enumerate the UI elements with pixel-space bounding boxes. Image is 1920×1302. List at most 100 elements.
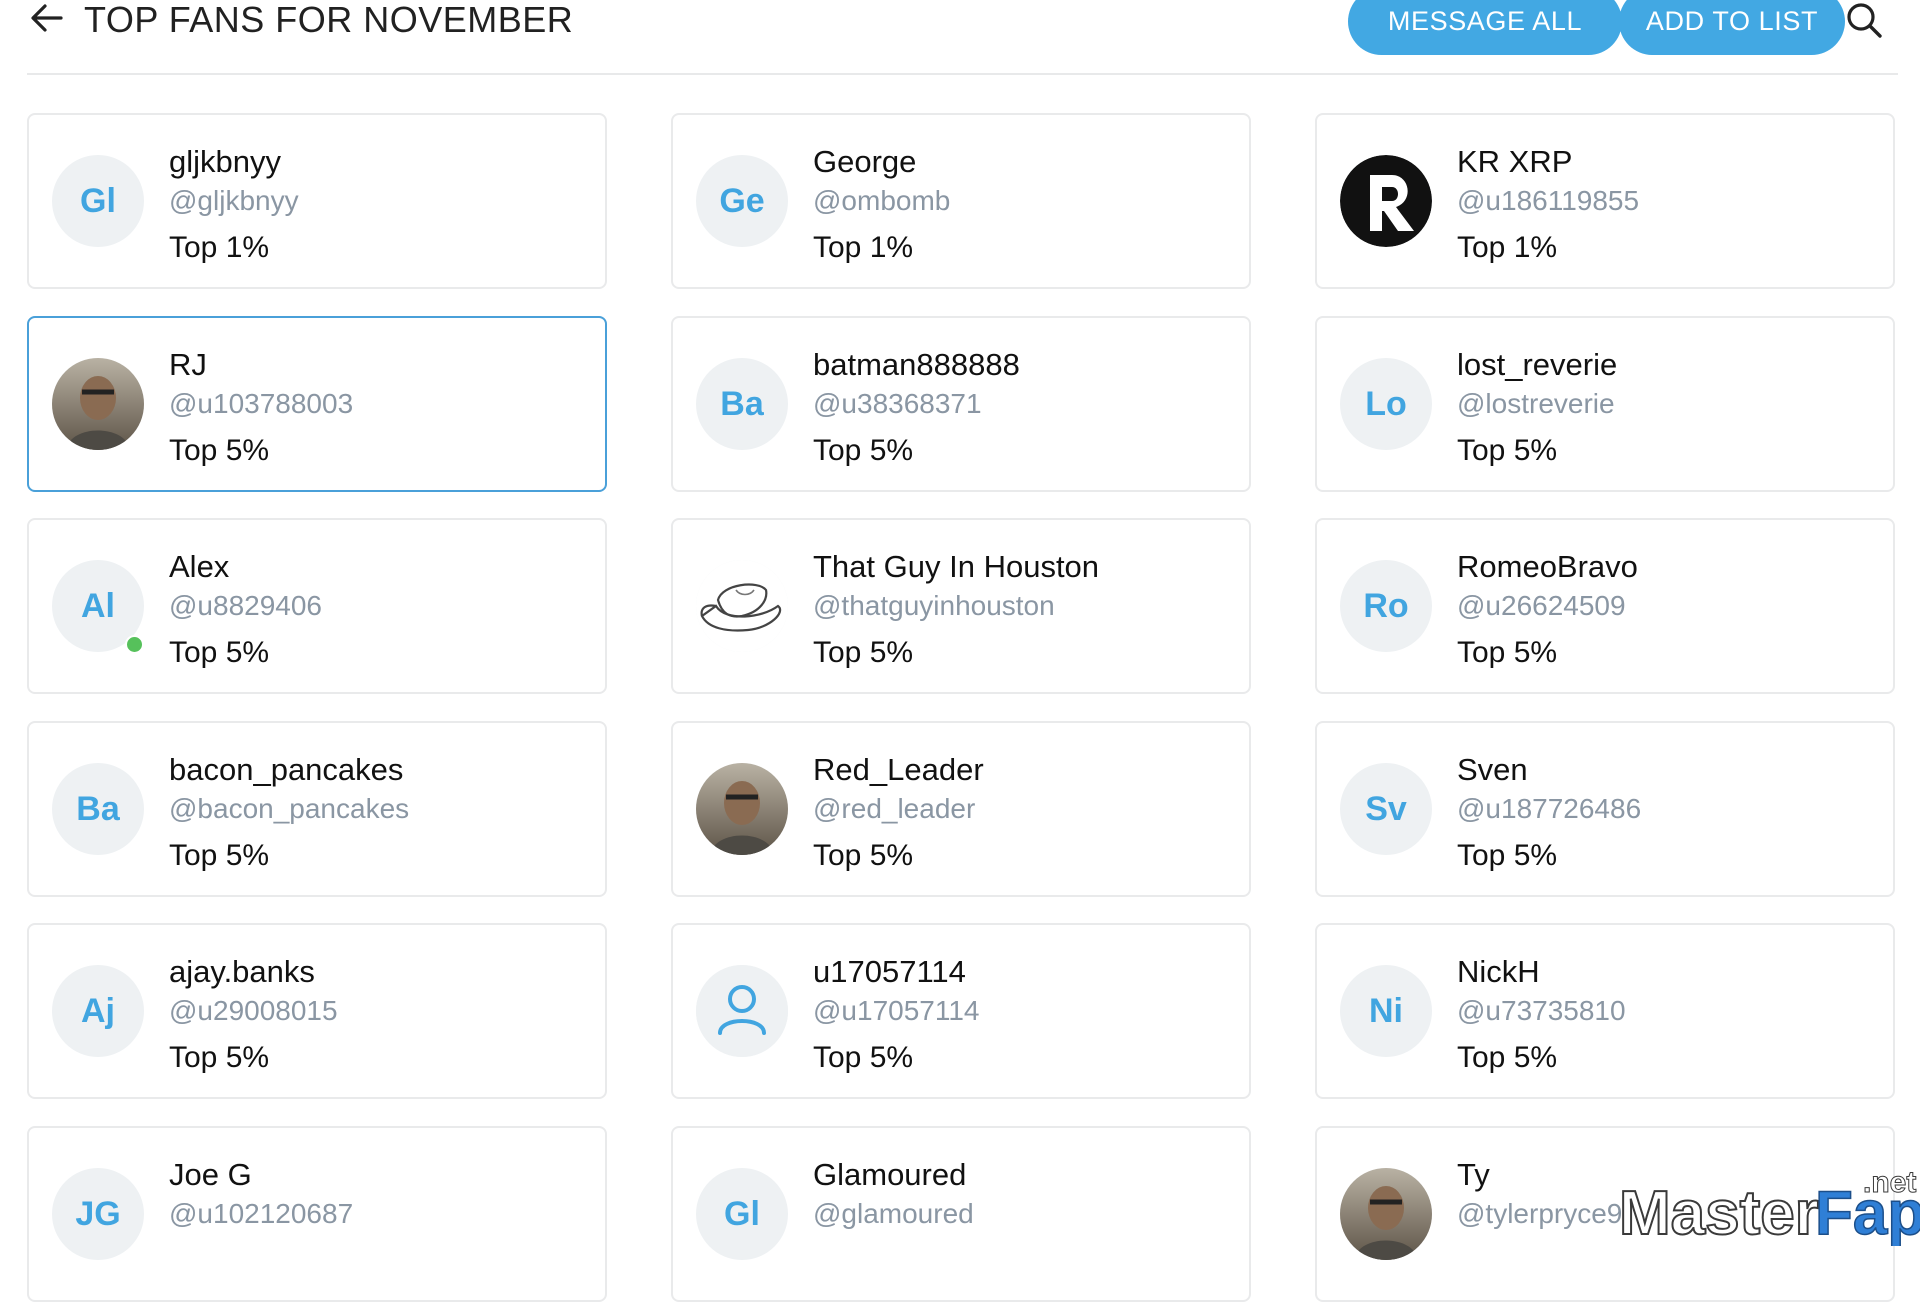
fan-name[interactable]: batman888888 (813, 346, 1020, 384)
online-status-dot (125, 635, 144, 654)
fan-handle[interactable]: @u26624509 (1457, 588, 1626, 624)
fan-name[interactable]: Joe G (169, 1156, 252, 1194)
fan-handle[interactable]: @red_leader (813, 791, 975, 827)
fan-card[interactable]: Ba bacon_pancakes @bacon_pancakes Top 5% (27, 720, 607, 897)
fan-rank: Top 1% (169, 231, 270, 264)
user-icon[interactable] (696, 965, 788, 1057)
fan-name[interactable]: lost_reverie (1457, 346, 1617, 384)
fan-avatar[interactable]: Lo (1340, 357, 1432, 450)
fan-avatar-photo[interactable] (696, 762, 788, 855)
fan-card[interactable]: Red_Leader @red_leader Top 5% (671, 720, 1251, 897)
avatar-initials: Ba (76, 789, 120, 828)
search-icon[interactable] (1844, 0, 1884, 40)
fan-name[interactable]: Red_Leader (813, 751, 984, 789)
fan-card[interactable]: Ro RomeoBravo @u26624509 Top 5% (1315, 518, 1895, 694)
fan-name[interactable]: That Guy In Houston (813, 548, 1099, 586)
svg-text:Master: Master (1619, 1179, 1819, 1246)
fan-card[interactable]: Ba batman888888 @u38368371 Top 5% (671, 315, 1251, 492)
avatar-initials: Ba (720, 384, 764, 423)
fan-rank: Top 5% (169, 433, 270, 467)
avatar-initials: Ni (1369, 992, 1403, 1030)
fan-rank: Top 5% (169, 838, 270, 872)
fan-avatar[interactable]: Ba (52, 762, 144, 855)
fan-handle[interactable]: @u38368371 (813, 386, 982, 422)
fan-name[interactable]: Ty (1457, 1156, 1490, 1194)
fan-handle[interactable]: @u73735810 (1457, 993, 1626, 1029)
fan-handle[interactable]: @u8829406 (169, 588, 322, 624)
watermark-logo: Master Fap .net (1615, 1162, 1920, 1250)
avatar-initials: Ro (1363, 587, 1409, 625)
fan-card[interactable]: Sv Sven @u187726486 Top 5% (1315, 720, 1895, 897)
fan-handle[interactable]: @thatguyinhouston (813, 588, 1055, 624)
fan-card[interactable]: Gl gljkbnyy @gljkbnyy Top 1% (27, 113, 607, 289)
fan-name[interactable]: RJ (169, 346, 207, 384)
fan-handle[interactable]: @gljkbnyy (169, 183, 299, 219)
fan-name[interactable]: Glamoured (813, 1156, 966, 1194)
avatar-initials: Lo (1365, 384, 1407, 423)
fan-rank: Top 5% (813, 1041, 914, 1074)
fan-handle[interactable]: @u187726486 (1457, 791, 1641, 827)
fan-name[interactable]: George (813, 143, 916, 181)
message-all-button[interactable]: MESSAGE ALL (1348, 0, 1622, 55)
fan-name[interactable]: ajay.banks (169, 953, 315, 991)
avatar-initials: Ge (719, 182, 765, 220)
r-logo-icon[interactable] (1340, 155, 1432, 247)
fan-card[interactable]: That Guy In Houston @thatguyinhouston Top … (671, 518, 1251, 694)
svg-text:.net: .net (1863, 1166, 1916, 1199)
fan-rank: Top 5% (169, 636, 270, 669)
fan-handle[interactable]: @tylerpryce9 (1457, 1196, 1622, 1232)
fan-card[interactable]: Ni NickH @u73735810 Top 5% (1315, 923, 1895, 1099)
page-header: TOP FANS FOR NOVEMBER MESSAGE ALL ADD TO… (27, 0, 1898, 75)
fan-avatar-photo[interactable] (52, 357, 144, 450)
fan-name[interactable]: RomeoBravo (1457, 548, 1638, 586)
fan-rank: Top 5% (169, 1041, 270, 1074)
fan-name[interactable]: Sven (1457, 751, 1528, 789)
cowboy-hat-icon[interactable] (696, 560, 788, 652)
fan-card[interactable]: Ge George @ombomb Top 1% (671, 113, 1251, 289)
fan-handle[interactable]: @u29008015 (169, 993, 338, 1029)
fan-rank: Top 1% (813, 231, 914, 264)
fan-handle[interactable]: @u102120687 (169, 1196, 353, 1232)
fan-handle[interactable]: @u17057114 (813, 993, 980, 1029)
avatar-initials: Aj (81, 992, 115, 1030)
fan-card[interactable]: Gl Glamoured @glamoured (671, 1125, 1251, 1302)
fan-avatar[interactable]: Ba (696, 357, 788, 450)
fan-rank: Top 5% (813, 433, 914, 467)
fan-handle[interactable]: @bacon_pancakes (169, 791, 409, 827)
fan-card[interactable]: JG Joe G @u102120687 (27, 1125, 607, 1302)
back-arrow-icon[interactable] (27, 0, 67, 38)
add-to-list-button[interactable]: ADD TO LIST (1619, 0, 1845, 55)
fan-avatar[interactable]: Ro (1340, 560, 1432, 652)
fan-name[interactable]: bacon_pancakes (169, 751, 403, 789)
fan-card[interactable]: Aj ajay.banks @u29008015 Top 5% (27, 923, 607, 1099)
fan-card[interactable]: KR XRP @u186119855 Top 1% (1315, 113, 1895, 289)
fan-handle[interactable]: @u103788003 (169, 386, 353, 422)
avatar-initials: Sv (1365, 789, 1407, 828)
fan-avatar[interactable]: Ge (696, 155, 788, 247)
fan-avatar[interactable]: Ni (1340, 965, 1432, 1057)
fan-rank: Top 5% (813, 636, 914, 669)
fan-name[interactable]: Alex (169, 548, 229, 586)
fan-name[interactable]: u17057114 (813, 953, 966, 991)
fan-card[interactable]: Al Alex @u8829406 Top 5% (27, 518, 607, 694)
fan-card[interactable]: u17057114 @u17057114 Top 5% (671, 923, 1251, 1099)
fan-rank: Top 5% (813, 838, 914, 872)
fan-name[interactable]: gljkbnyy (169, 143, 281, 181)
fan-handle[interactable]: @lostreverie (1457, 386, 1615, 422)
fan-card[interactable]: Lo lost_reverie @lostreverie Top 5% (1315, 315, 1895, 492)
fan-card[interactable]: RJ @u103788003 Top 5% (27, 315, 607, 492)
fan-rank: Top 5% (1457, 636, 1558, 669)
fan-rank: Top 1% (1457, 231, 1558, 264)
fan-rank: Top 5% (1457, 433, 1558, 467)
fan-avatar[interactable]: Sv (1340, 762, 1432, 855)
fan-handle[interactable]: @ombomb (813, 183, 950, 219)
fan-handle[interactable]: @glamoured (813, 1196, 974, 1232)
fan-name[interactable]: NickH (1457, 953, 1540, 991)
fan-avatar[interactable]: Aj (52, 965, 144, 1057)
fan-handle[interactable]: @u186119855 (1457, 183, 1639, 219)
avatar-initials: Gl (80, 182, 116, 220)
page-title: TOP FANS FOR NOVEMBER (84, 0, 574, 40)
fan-name[interactable]: KR XRP (1457, 143, 1572, 181)
fan-avatar[interactable]: Gl (52, 155, 144, 247)
fan-rank: Top 5% (1457, 1041, 1558, 1074)
